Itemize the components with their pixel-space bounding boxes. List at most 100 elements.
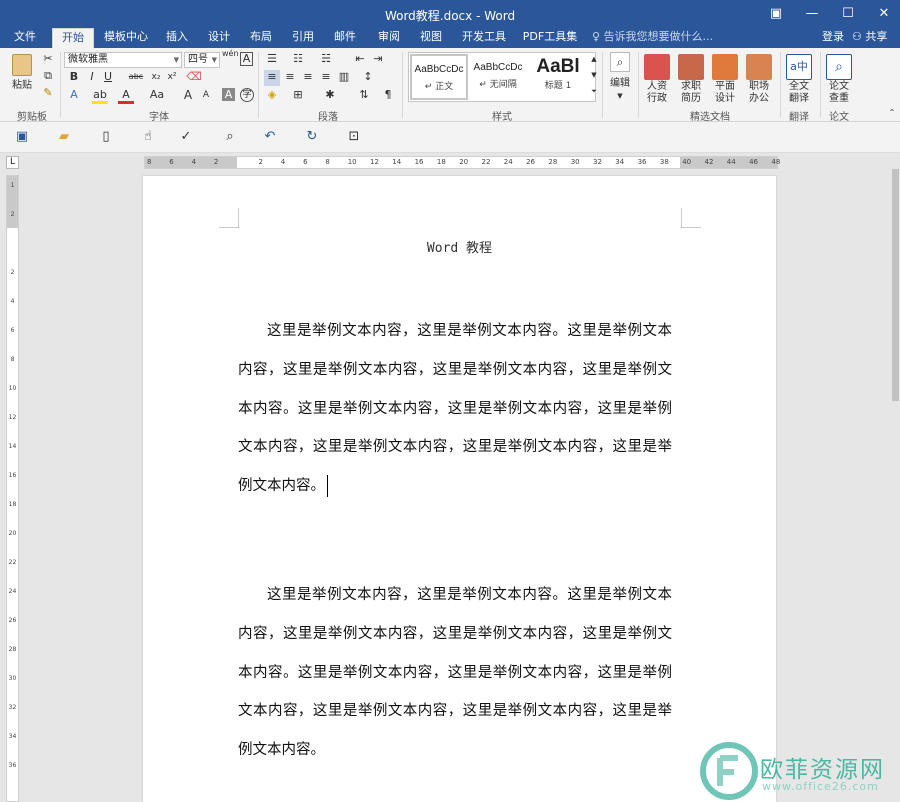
spelling-icon[interactable]: ✓	[178, 130, 194, 146]
grow-font-button[interactable]: A	[180, 88, 196, 104]
style-no-spacing[interactable]: AaBbCcDc ↵ 无间隔	[469, 54, 527, 100]
document-page[interactable]: Word 教程 这里是举例文本内容，这里是举例文本内容。这里是举例文本内容，这里…	[143, 176, 776, 802]
clear-formatting-icon[interactable]: ⌫	[186, 70, 202, 86]
decrease-indent-icon[interactable]: ⇤	[352, 52, 368, 68]
tell-me-text: 告诉我您想要做什么...	[603, 30, 714, 43]
close-button[interactable]: ✕	[866, 0, 900, 28]
new-document-icon[interactable]: ▯	[98, 130, 114, 146]
subscript-button[interactable]: x₂	[148, 70, 164, 86]
justify-icon[interactable]: ≡	[318, 70, 334, 86]
style-heading-1[interactable]: AaBl 标题 1	[529, 54, 587, 100]
tab-pdf-tools[interactable]: PDF工具集	[518, 28, 582, 48]
shrink-font-button[interactable]: A	[198, 88, 214, 104]
bold-button[interactable]: B	[66, 70, 82, 86]
change-case-button[interactable]: Aa	[146, 88, 168, 104]
redo-icon[interactable]: ↻	[304, 130, 320, 146]
login-link[interactable]: 登录	[822, 28, 844, 48]
font-name-select[interactable]: 微软雅黑 ▼	[64, 52, 182, 68]
font-color-button[interactable]: A	[118, 88, 134, 104]
editing-button[interactable]: 编辑	[606, 78, 634, 90]
tab-insert[interactable]: 插入	[160, 28, 194, 48]
tab-template-center[interactable]: 模板中心	[100, 28, 152, 48]
bullets-icon[interactable]: ☰	[264, 52, 280, 68]
gallery-down-icon[interactable]: ▼	[586, 68, 602, 84]
gallery-up-icon[interactable]: ▲	[586, 52, 602, 68]
numbering-icon[interactable]: ☷	[290, 52, 306, 68]
tab-selector[interactable]: L	[6, 156, 19, 169]
cut-icon[interactable]: ✂	[40, 52, 56, 68]
body-paragraph[interactable]: 这里是举例文本内容，这里是举例文本内容。这里是举例文本内容，这里是举例文本内容，…	[238, 312, 672, 506]
vertical-ruler[interactable]: 1 2 2 4 6 8 10 12 14 16 18 20 22 24 26 28 30 32 34 36	[6, 175, 19, 802]
text-effects-button[interactable]: A	[66, 88, 82, 104]
undo-icon[interactable]: ↶	[262, 130, 278, 146]
tab-mailings[interactable]: 邮件	[328, 28, 362, 48]
touch-mode-icon[interactable]: ☝	[140, 130, 156, 146]
maximize-button[interactable]: ☐	[830, 0, 866, 28]
tab-references[interactable]: 引用	[286, 28, 320, 48]
align-right-icon[interactable]: ≡	[300, 70, 316, 86]
ruler-tick: 42	[704, 158, 714, 166]
show-marks-icon[interactable]: ¶	[380, 88, 396, 104]
paper-check-button[interactable]: 论文 查重	[822, 81, 856, 105]
sort-icon[interactable]: ⇅	[356, 88, 372, 104]
featured-graphic-design-button[interactable]: 平面 设计	[708, 81, 742, 105]
featured-office-work-button[interactable]: 职场 办公	[742, 81, 776, 105]
customize-toolbar-icon[interactable]: ⊡	[346, 130, 362, 146]
featured-hr-admin-button[interactable]: 人资 行政	[640, 81, 674, 105]
share-button[interactable]: ⚇ 共享	[852, 28, 887, 48]
char-border-icon[interactable]: A	[240, 52, 253, 66]
vertical-scrollbar[interactable]	[890, 153, 900, 802]
featured-resume-button[interactable]: 求职 简历	[674, 81, 708, 105]
paste-button[interactable]: 粘贴	[10, 80, 34, 92]
tell-me-box[interactable]: ♀ 告诉我您想要做什么...	[592, 28, 713, 48]
graphic-design-icon[interactable]	[712, 54, 738, 80]
distributed-icon[interactable]: ▥	[336, 70, 352, 86]
tab-home[interactable]: 开始	[52, 28, 94, 48]
superscript-button[interactable]: x²	[164, 70, 180, 86]
chinese-layout-icon[interactable]: ✱	[322, 88, 338, 104]
office-work-icon[interactable]	[746, 54, 772, 80]
borders-icon[interactable]: ⊞	[290, 88, 306, 104]
char-shading-button[interactable]: A	[222, 88, 235, 101]
print-preview-icon[interactable]: ⌕	[222, 130, 238, 146]
align-center-icon[interactable]: ≡	[282, 70, 298, 86]
multilevel-list-icon[interactable]: ☵	[318, 52, 334, 68]
align-left-icon[interactable]: ≡	[264, 70, 280, 86]
find-icon[interactable]: ⌕	[610, 52, 630, 72]
resume-icon[interactable]	[678, 54, 704, 80]
body-paragraph[interactable]: 这里是举例文本内容，这里是举例文本内容。这里是举例文本内容，这里是举例文本内容，…	[238, 576, 672, 770]
collapse-ribbon-icon[interactable]: ⌃	[884, 106, 900, 122]
font-size-select[interactable]: 四号 ▼	[184, 52, 220, 68]
save-icon[interactable]: ▣	[14, 130, 30, 146]
tab-review[interactable]: 审阅	[372, 28, 406, 48]
format-painter-icon[interactable]: ✎	[40, 86, 56, 102]
ribbon-display-options-button[interactable]: ▣	[758, 0, 794, 28]
highlight-icon[interactable]: ab	[92, 88, 108, 104]
phonetic-guide-icon[interactable]: wén	[222, 50, 239, 66]
tab-developer[interactable]: 开发工具	[458, 28, 510, 48]
minimize-button[interactable]: —	[794, 0, 830, 28]
horizontal-ruler[interactable]: 8 6 4 2 2 4 6 8 10 12 14 16 18 20 22 24 26 28 30 32 34 36 38 40…	[144, 156, 780, 169]
tab-view[interactable]: 视图	[414, 28, 448, 48]
paste-icon[interactable]	[12, 54, 32, 76]
enclose-char-icon[interactable]: 字	[240, 88, 254, 102]
page-header[interactable]: Word 教程	[143, 237, 776, 256]
strikethrough-button[interactable]: abc	[126, 70, 146, 86]
full-text-translate-button[interactable]: 全文 翻译	[782, 81, 816, 105]
scrollbar-thumb[interactable]	[892, 169, 899, 401]
plagiarism-check-icon[interactable]: ⌕	[826, 54, 852, 80]
gallery-more-icon[interactable]: ⏷	[586, 84, 602, 100]
translate-icon[interactable]: a中	[786, 54, 812, 80]
open-folder-icon[interactable]: ▰	[56, 130, 72, 146]
copy-icon[interactable]: ⧉	[40, 69, 56, 85]
tab-file[interactable]: 文件	[6, 28, 44, 48]
hr-admin-icon[interactable]	[644, 54, 670, 80]
underline-button[interactable]: U	[100, 70, 116, 86]
shading-icon[interactable]: ◈	[264, 88, 280, 104]
italic-button[interactable]: I	[84, 70, 100, 86]
line-spacing-icon[interactable]: ↕	[360, 70, 376, 86]
tab-design[interactable]: 设计	[202, 28, 236, 48]
tab-layout[interactable]: 布局	[244, 28, 278, 48]
style-normal[interactable]: AaBbCcDc ↵ 正文	[410, 54, 468, 100]
increase-indent-icon[interactable]: ⇥	[370, 52, 386, 68]
